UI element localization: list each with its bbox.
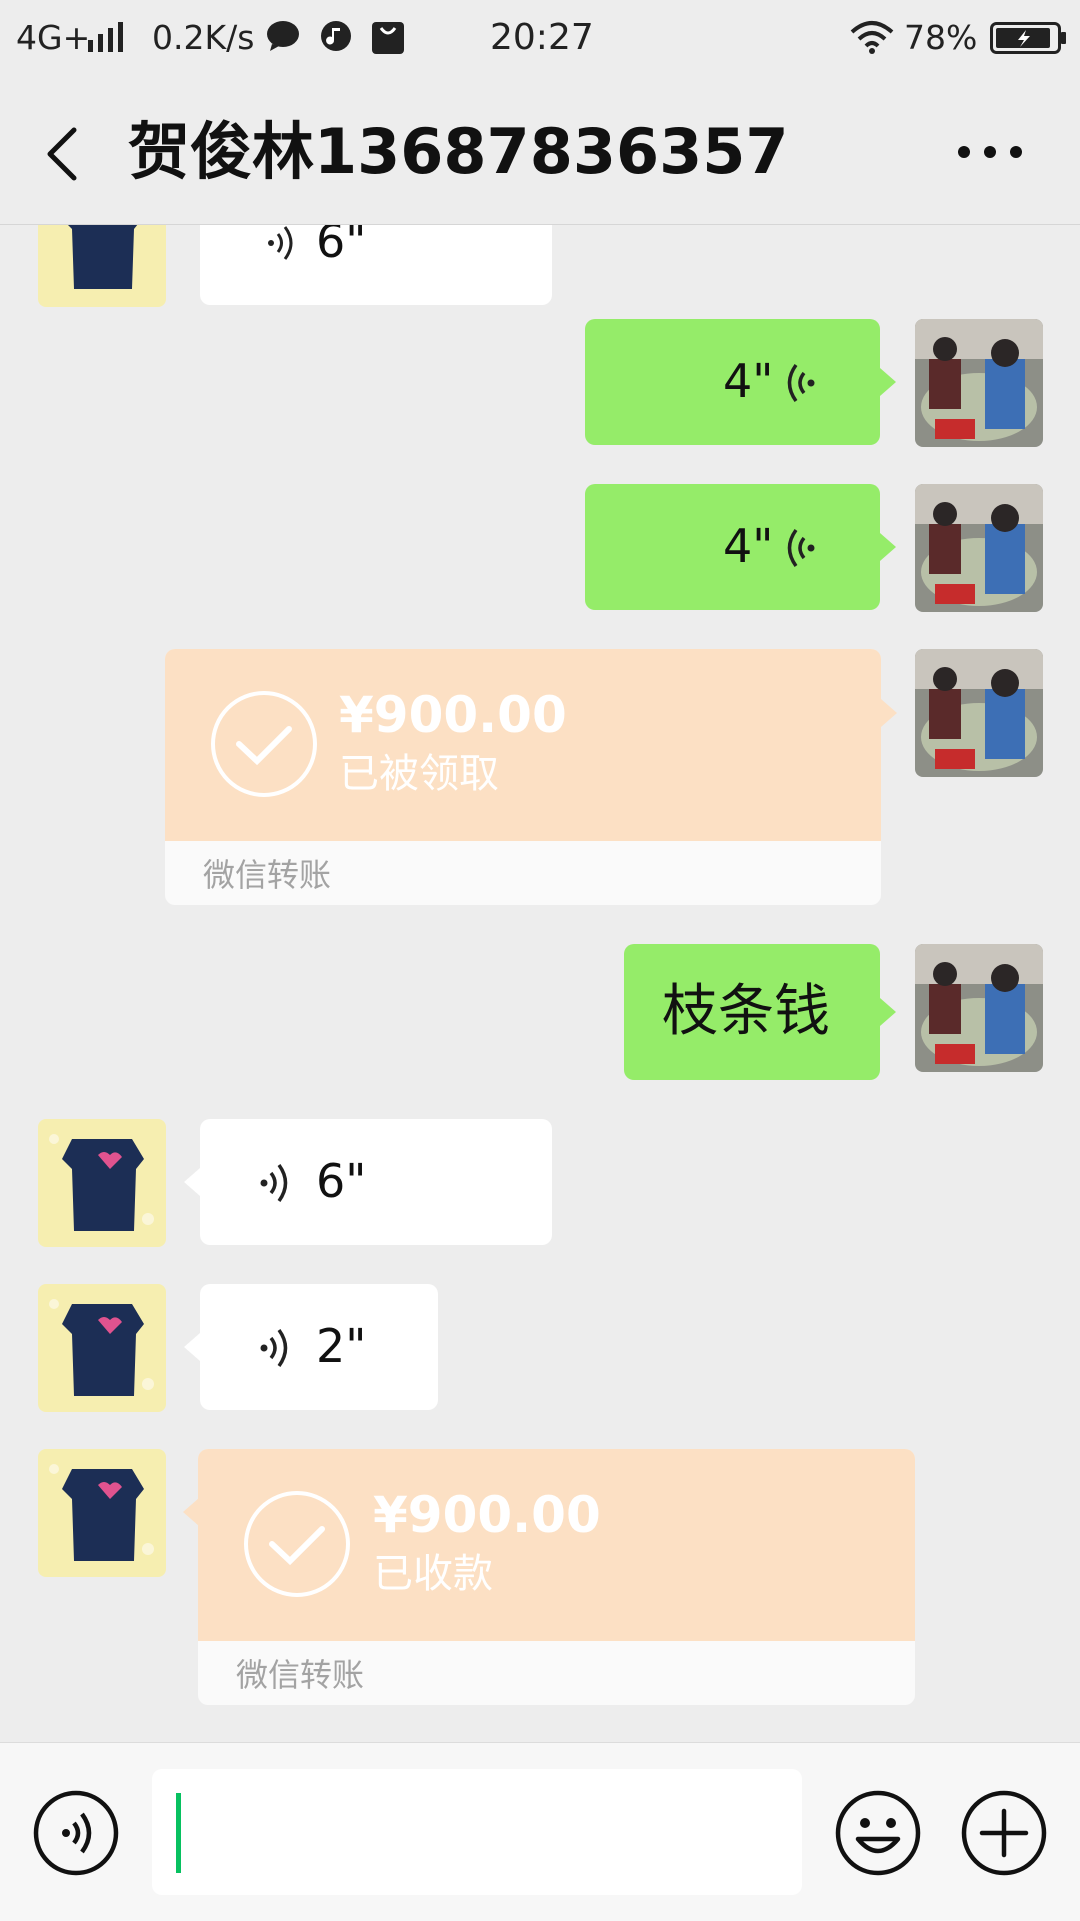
voice-icon [260, 1163, 288, 1203]
chat-title: 贺俊林13687836357 [128, 115, 789, 188]
signal-icon [88, 22, 123, 52]
transfer-card-incoming[interactable]: ¥900.00 已收款 微信转账 [198, 1449, 915, 1705]
transfer-label: 微信转账 [236, 1656, 365, 1694]
voice-duration: 2" [316, 1319, 367, 1373]
chat-header: 贺俊林13687836357 [0, 76, 1080, 225]
emoji-button[interactable] [834, 1789, 922, 1877]
status-bar: 4G+ 0.2K/s 20:27 78% [0, 0, 1080, 76]
bubble-tail [184, 1333, 200, 1361]
wifi-icon [850, 21, 894, 54]
add-more-button[interactable] [960, 1789, 1048, 1877]
chevron-left-icon [47, 127, 77, 181]
voice-icon [787, 528, 815, 568]
voice-message-outgoing[interactable]: 4" [585, 484, 880, 610]
voice-duration: 4" [723, 354, 774, 408]
clock: 20:27 [490, 17, 594, 58]
bubble-tail [184, 1168, 200, 1196]
message-list[interactable]: 6" 4" 4" ¥900.00 已被领取 微信转账 枝条钱 6" 2" ¥90… [0, 225, 1080, 1742]
voice-message-incoming[interactable]: 6" [200, 1119, 552, 1245]
my-avatar[interactable] [915, 649, 1043, 777]
bubble-tail [880, 998, 896, 1026]
message-input[interactable] [152, 1769, 802, 1895]
network-type: 4G+ [16, 18, 91, 57]
transfer-amount: ¥900.00 [373, 1486, 601, 1544]
bubble-tail [183, 1498, 199, 1526]
check-circle-icon [211, 691, 317, 797]
voice-message-incoming[interactable]: 2" [200, 1284, 438, 1410]
voice-input-button[interactable] [32, 1789, 120, 1877]
voice-icon [260, 1328, 288, 1368]
check-circle-icon [244, 1491, 350, 1597]
text-cursor [176, 1793, 181, 1873]
bubble-tail [880, 533, 896, 561]
music-icon [321, 21, 351, 51]
voice-icon [268, 226, 293, 260]
transfer-status: 已被领取 [339, 751, 499, 797]
voice-message-partial[interactable]: 6" [200, 225, 552, 305]
transfer-card-outgoing[interactable]: ¥900.00 已被领取 微信转账 [165, 649, 881, 905]
chat-bubble-icon [267, 21, 299, 51]
transfer-status: 已收款 [373, 1551, 493, 1597]
message-text: 枝条钱 [662, 979, 830, 1044]
my-avatar[interactable] [915, 484, 1043, 612]
back-button[interactable] [36, 116, 96, 188]
my-avatar[interactable] [915, 944, 1043, 1072]
voice-icon [787, 363, 815, 403]
battery-icon [990, 22, 1066, 54]
voice-duration: 4" [723, 519, 774, 573]
voice-duration: 6" [316, 225, 367, 268]
bubble-tail [881, 699, 897, 727]
voice-duration: 6" [316, 1154, 367, 1208]
text-message-outgoing[interactable]: 枝条钱 [624, 944, 880, 1080]
my-avatar[interactable] [915, 319, 1043, 447]
transfer-amount: ¥900.00 [339, 686, 567, 744]
more-icon [958, 146, 1022, 158]
voice-message-outgoing[interactable]: 4" [585, 319, 880, 445]
contact-avatar[interactable] [38, 1449, 166, 1577]
network-speed: 0.2K/s [152, 18, 255, 57]
more-options-button[interactable] [950, 124, 1030, 180]
shopping-bag-icon [372, 22, 404, 54]
contact-avatar[interactable] [38, 1284, 166, 1412]
bubble-tail [880, 368, 896, 396]
input-bar [0, 1742, 1080, 1921]
contact-avatar[interactable] [38, 1119, 166, 1247]
transfer-label: 微信转账 [203, 856, 332, 894]
battery-percent: 78% [904, 18, 978, 57]
contact-avatar[interactable] [38, 225, 166, 307]
